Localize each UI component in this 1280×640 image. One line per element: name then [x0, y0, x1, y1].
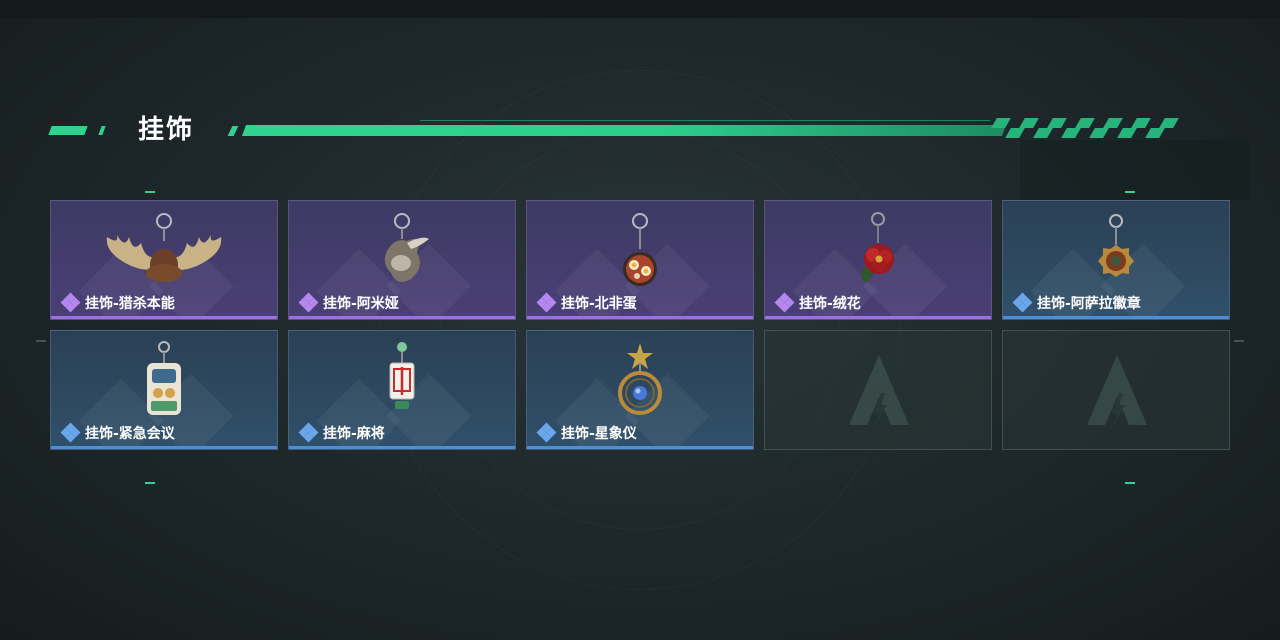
shakshuka-pan-charm-icon [623, 213, 657, 286]
rarity-gem-icon [536, 292, 557, 313]
astrolabe-charm-icon [618, 343, 662, 415]
rarity-gem-icon [1012, 292, 1033, 313]
rarity-bar [527, 446, 753, 449]
rarity-bar [1003, 316, 1229, 319]
moose-antler-charm-icon [106, 213, 222, 282]
empty-slot [1002, 330, 1230, 450]
charm-label-row: 挂饰-阿萨拉徽章 [1012, 292, 1141, 313]
rarity-gem-icon [536, 422, 557, 443]
rarity-gem-icon [298, 292, 319, 313]
empty-slot [764, 330, 992, 450]
rarity-bar [51, 316, 277, 319]
header-accent-segment [48, 126, 88, 135]
charm-label-row: 挂饰-星象仪 [536, 422, 637, 443]
charm-name: 挂饰-阿萨拉徽章 [1037, 296, 1141, 312]
charm-card[interactable]: 挂饰-猎杀本能 [50, 200, 278, 320]
charm-name: 挂饰-北非蛋 [561, 296, 637, 312]
side-marker [36, 340, 46, 342]
top-strip [0, 0, 1280, 18]
rarity-bar [527, 316, 753, 319]
charm-card[interactable]: 挂饰-北非蛋 [526, 200, 754, 320]
header-accent-line [420, 120, 990, 121]
charm-name: 挂饰-紧急会议 [85, 426, 175, 442]
game-logo-icon [849, 355, 909, 427]
charm-card[interactable]: 挂饰-阿米娅 [288, 200, 516, 320]
side-marker [1234, 340, 1244, 342]
rarity-gem-icon [298, 422, 319, 443]
charm-label-row: 挂饰-阿米娅 [298, 292, 399, 313]
charm-name: 挂饰-绒花 [799, 296, 861, 312]
frame-tick [145, 191, 155, 193]
charm-label-row: 挂饰-猎杀本能 [60, 292, 175, 313]
frame-tick [145, 482, 155, 484]
mahjong-tile-charm-icon [389, 342, 415, 409]
section-header: 挂饰 [0, 105, 1280, 149]
rarity-gem-icon [60, 422, 81, 443]
game-logo-icon [1087, 355, 1147, 427]
charm-name: 挂饰-星象仪 [561, 426, 637, 442]
rarity-bar [765, 316, 991, 319]
charm-card[interactable]: 挂饰-紧急会议 [50, 330, 278, 450]
rabbit-plush-charm-icon [384, 213, 429, 282]
frame-tick [1125, 191, 1135, 193]
header-accent-bar [241, 125, 1007, 136]
charm-label-row: 挂饰-北非蛋 [536, 292, 637, 313]
charm-label-row: 挂饰-紧急会议 [60, 422, 175, 443]
charm-card[interactable]: 挂饰-阿萨拉徽章 [1002, 200, 1230, 320]
charm-card[interactable]: 挂饰-绒花 [764, 200, 992, 320]
charm-card[interactable]: 挂饰-星象仪 [526, 330, 754, 450]
charm-name: 挂饰-猎杀本能 [85, 296, 175, 312]
background-block [1020, 140, 1250, 200]
charm-grid: 挂饰-猎杀本能 挂饰-阿米娅 挂饰-北非蛋 挂饰-绒花 挂饰-阿萨拉徽章 挂饰-… [50, 200, 1230, 450]
rarity-gem-icon [60, 292, 81, 313]
rarity-bar [51, 446, 277, 449]
rarity-gem-icon [774, 292, 795, 313]
asala-badge-charm-icon [1098, 214, 1134, 277]
emergency-meeting-charm-icon [147, 341, 181, 415]
header-accent-tick [227, 126, 239, 136]
frame-tick [1125, 482, 1135, 484]
charm-name: 挂饰-麻将 [323, 426, 385, 442]
section-title: 挂饰 [138, 115, 195, 145]
red-velvet-flower-charm-icon [861, 212, 894, 283]
rarity-bar [289, 446, 515, 449]
rarity-bar [289, 316, 515, 319]
charm-name: 挂饰-阿米娅 [323, 296, 399, 312]
header-checker-pattern [991, 116, 1202, 138]
charm-label-row: 挂饰-麻将 [298, 422, 385, 443]
charm-card[interactable]: 挂饰-麻将 [288, 330, 516, 450]
header-accent-tick [98, 126, 106, 135]
charm-label-row: 挂饰-绒花 [774, 292, 861, 313]
